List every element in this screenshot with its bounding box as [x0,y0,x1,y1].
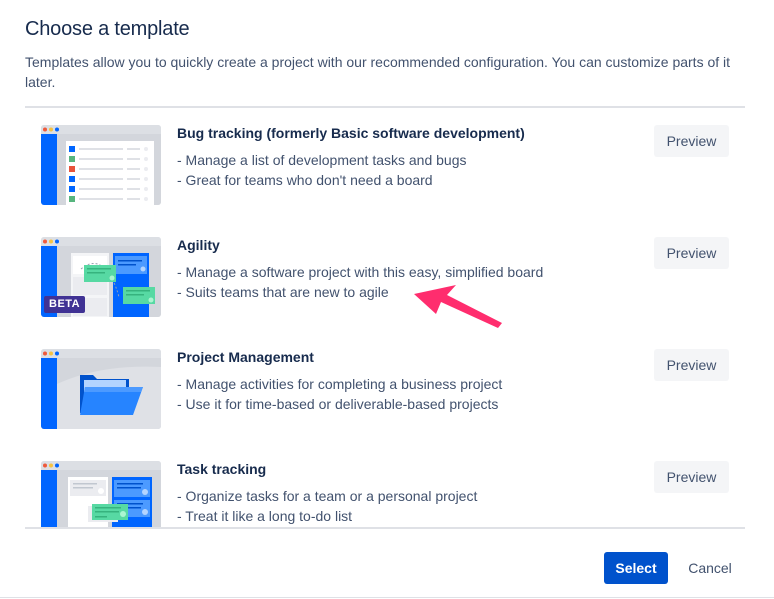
select-button[interactable]: Select [604,552,668,584]
template-bullet: - Use it for time-based or deliverable-b… [177,396,499,412]
template-list[interactable]: Bug tracking (formerly Basic software de… [25,108,745,527]
template-item-bug-tracking[interactable]: Bug tracking (formerly Basic software de… [25,108,745,220]
divider-bottom [25,527,745,529]
preview-button[interactable]: Preview [654,349,729,381]
template-bullets: - Manage a list of development tasks and… [177,150,467,190]
preview-button[interactable]: Preview [654,237,729,269]
template-bullet: - Treat it like a long to-do list [177,508,353,524]
cancel-button[interactable]: Cancel [678,552,742,584]
template-item-project-management[interactable]: Project Management - Manage activities f… [25,332,745,444]
template-item-agility[interactable]: BETA Agility - Manage a software project… [25,220,745,332]
page-title: Choose a template [25,18,190,40]
preview-button[interactable]: Preview [654,125,729,157]
bug-list-illustration-icon [41,125,161,205]
footer-divider [0,597,774,598]
template-bullets: - Manage activities for completing a bus… [177,374,502,414]
preview-button[interactable]: Preview [654,461,729,493]
template-bullet: - Organize tasks for a team or a persona… [177,488,478,504]
template-title[interactable]: Bug tracking (formerly Basic software de… [177,125,525,141]
pointer-arrow-icon [414,285,502,328]
template-bullet: - Great for teams who don't need a board [177,172,433,188]
template-title[interactable]: Task tracking [177,461,266,477]
template-bullet: - Manage a list of development tasks and… [177,152,467,168]
template-bullet: - Manage activities for completing a bus… [177,376,503,392]
page-description: Templates allow you to quickly create a … [25,54,731,90]
board-illustration-icon: BETA [41,237,161,317]
template-item-task-tracking[interactable]: Task tracking - Organize tasks for a tea… [25,444,745,527]
template-title[interactable]: Agility [177,237,220,253]
task-board-illustration-icon [41,461,161,527]
template-title[interactable]: Project Management [177,349,314,365]
template-bullet: - Manage a software project with this ea… [177,264,544,280]
template-bullets: - Organize tasks for a team or a persona… [177,486,477,526]
folder-illustration-icon [41,349,161,429]
beta-badge: BETA [44,296,86,313]
